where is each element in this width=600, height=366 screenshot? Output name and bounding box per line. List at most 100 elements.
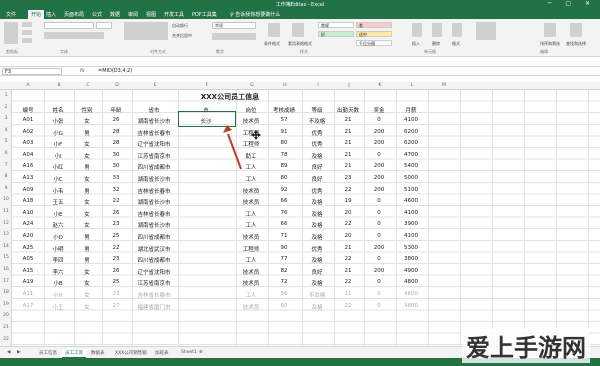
row-header[interactable]: 13 [0,232,12,237]
table-cell: 71 [280,233,288,239]
table-cell: 及格 [311,211,323,218]
row-header[interactable]: 15 [0,255,12,260]
row-header[interactable]: 11 [0,209,12,214]
find-select-button[interactable]: 查找和选择 [566,41,586,47]
style-cell-2[interactable]: 好 [318,31,354,37]
column-header-J[interactable]: J [334,83,364,88]
column-header-A[interactable]: A [12,83,44,88]
menu-item-0[interactable]: 文件 [6,11,16,18]
red-arrow-annotation [223,125,242,170]
row-header[interactable]: 17 [0,279,12,284]
font-name-select[interactable] [44,22,94,29]
column-header-C[interactable]: C [74,83,102,88]
table-cell: 82 [280,267,288,274]
sheet-tab-2[interactable]: 数据表 [88,349,108,357]
menu-item-4[interactable]: 公式 [92,11,102,18]
conditional-format-button[interactable]: 条件格式 [264,41,280,47]
copy-icon[interactable] [22,30,32,35]
find-icon[interactable] [570,23,582,37]
row-header[interactable]: 6 [0,151,12,156]
fx-icon[interactable]: fx [80,68,85,74]
cut-icon[interactable] [22,22,32,27]
sort-filter-button[interactable]: 排序和筛选 [540,41,560,47]
column-header-L[interactable]: L [396,83,428,88]
column-header-B[interactable]: B [44,83,74,88]
number-buttons[interactable] [212,33,256,40]
format-icon[interactable] [452,23,462,37]
column-header-I[interactable]: I [302,83,334,88]
row-header[interactable]: 20 [0,313,12,318]
sheet-tab-3[interactable]: XXX公司销售额 [112,349,150,357]
style-cell-0[interactable]: 常规 [318,22,354,28]
sum-icon[interactable] [476,22,496,40]
paste-icon[interactable] [4,22,18,44]
menu-item-7[interactable]: 视图 [146,11,156,18]
sheet-tab-4[interactable]: 加班表 [152,349,172,357]
row-header[interactable]: 21 [0,325,12,330]
row-header[interactable]: 19 [0,302,12,307]
row-header[interactable]: 5 [0,139,12,144]
column-title: 性别 [81,108,93,114]
row-header[interactable]: 7 [0,163,12,168]
conditional-format-icon[interactable] [268,23,280,37]
format-button[interactable]: 格式 [452,41,460,47]
merge-center-button[interactable]: 合并后居中 [172,33,192,39]
ribbon-group-label: 数字 [216,49,224,54]
menu-item-1[interactable]: 开始 [28,10,45,19]
add-sheet-icon[interactable]: ⊕ [196,349,206,356]
align-buttons[interactable] [124,22,168,40]
column-header-H[interactable]: H [268,83,302,88]
menu-item-5[interactable]: 数据 [110,11,120,18]
column-header-M[interactable]: M [428,83,460,88]
table-format-button[interactable]: 套用表格格式 [288,41,312,47]
menu-item-10[interactable]: ♀ 告诉我你想要做什么 [230,11,280,18]
window-controls[interactable]: ─ ▢ ✕ [548,0,596,7]
column-header-D[interactable]: D [102,83,132,88]
menu-item-2[interactable]: 插入 [46,11,56,18]
row-header[interactable]: 18 [0,290,12,295]
column-header-F[interactable]: F [178,83,236,88]
table-cell: 工人 [245,258,257,265]
sheet-tab-0[interactable]: 员工信息 [36,349,60,357]
row-header[interactable]: 8 [0,174,12,179]
column-header-E[interactable]: E [132,83,178,88]
column-header-G[interactable]: G [236,83,268,88]
font-style-buttons[interactable] [44,32,104,39]
table-cell: 200 [373,163,385,170]
table-cell: 22 [344,186,352,193]
style-cell-3[interactable]: 适中 [356,31,392,37]
table-cell: 良好 [311,165,323,172]
table-cell: A15 [22,267,34,274]
tab-scroll-left-icon[interactable]: ◀ [4,349,13,356]
column-header-K[interactable]: K [364,83,396,88]
font-size-select[interactable] [96,22,112,29]
formula-input[interactable]: =MID(D3,4,2) [98,68,132,74]
row-header[interactable]: 9 [0,186,12,191]
insert-button[interactable]: 插入 [412,41,420,47]
delete-icon[interactable] [432,23,442,37]
delete-button[interactable]: 删除 [432,41,440,47]
insert-icon[interactable] [412,23,422,37]
format-painter-icon[interactable] [22,38,32,43]
tab-scroll-right-icon[interactable]: ▶ [14,349,23,356]
name-box[interactable]: F3 [2,68,62,75]
row-header[interactable]: 16 [0,267,12,272]
row-header[interactable]: 22 [0,337,12,342]
row-header[interactable]: 1 [0,93,12,98]
sheet-tab-1[interactable]: 员工工资 [62,349,86,358]
menu-item-6[interactable]: 审阅 [128,11,138,18]
row-header[interactable]: 10 [0,197,12,202]
table-format-icon[interactable] [292,23,304,37]
row-header[interactable]: 12 [0,221,12,226]
style-cell-1[interactable]: 差 [356,22,392,28]
row-header[interactable]: 2 [0,105,12,110]
row-header[interactable]: 4 [0,128,12,133]
row-header[interactable]: 3 [0,116,12,121]
menu-item-9[interactable]: PDF工具集 [192,11,217,18]
row-header[interactable]: 14 [0,244,12,249]
wrap-text-button[interactable]: 自动换行 [172,23,188,29]
menu-item-3[interactable]: 页面布局 [64,11,84,18]
sort-icon[interactable] [544,23,556,37]
style-cell-4[interactable]: 千位分隔 [356,40,392,46]
menu-item-8[interactable]: 开发工具 [164,11,184,18]
